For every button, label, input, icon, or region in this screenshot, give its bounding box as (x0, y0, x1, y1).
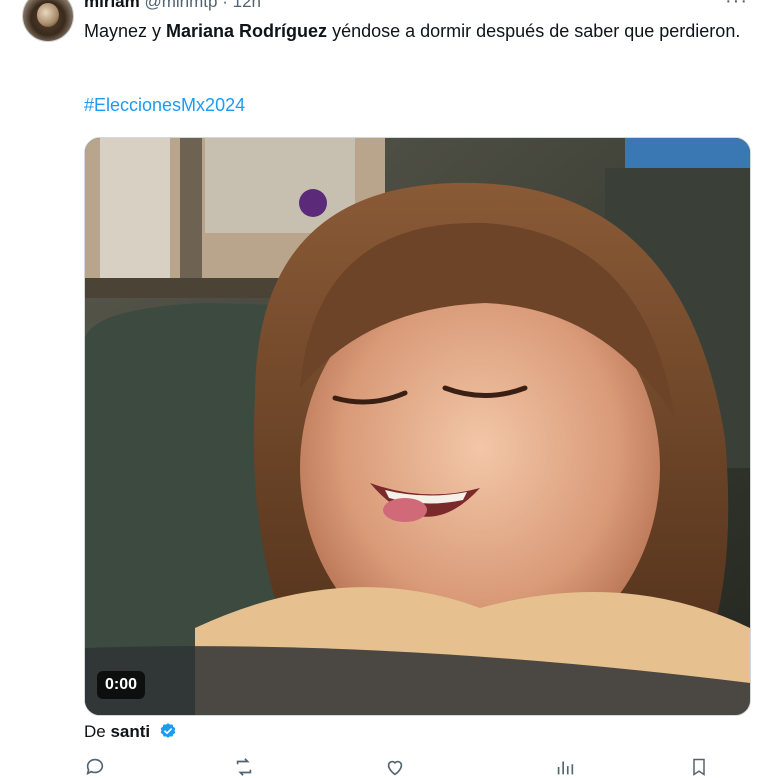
video-frame-image (85, 138, 750, 715)
tweet-text-mention: Mariana Rodríguez (166, 21, 328, 41)
more-options-icon[interactable]: ··· (725, 0, 748, 13)
bookmark-icon[interactable] (689, 756, 709, 778)
attribution-name[interactable]: santi (110, 722, 150, 741)
reply-icon[interactable] (84, 756, 106, 778)
video-time-badge: 0:00 (97, 671, 146, 699)
tweet-header: miriam @mirimtp · 12h (84, 0, 261, 12)
like-icon[interactable] (384, 756, 406, 778)
video-player[interactable] (84, 137, 751, 716)
hashtag-link[interactable]: #EleccionesMx2024 (84, 95, 245, 116)
attribution-prefix: De (84, 722, 111, 741)
tweet-text-part-2: yéndose a dormir después de saber que pe… (327, 21, 741, 41)
retweet-icon[interactable] (232, 756, 256, 778)
author-handle[interactable]: @mirimtp (144, 0, 217, 11)
header-separator: · (222, 0, 228, 11)
author-avatar[interactable] (22, 0, 74, 42)
views-icon[interactable] (554, 756, 576, 778)
tweet-text-part-1: Maynez y (84, 21, 167, 41)
media-attribution: De santi (84, 722, 177, 742)
tweet-actions-bar (84, 756, 724, 776)
verified-badge-icon (160, 723, 176, 738)
author-name[interactable]: miriam (84, 0, 140, 11)
tweet-timestamp[interactable]: 12h (233, 0, 261, 11)
tweet-text: Maynez y Mariana Rodríguez yéndose a dor… (84, 18, 744, 45)
